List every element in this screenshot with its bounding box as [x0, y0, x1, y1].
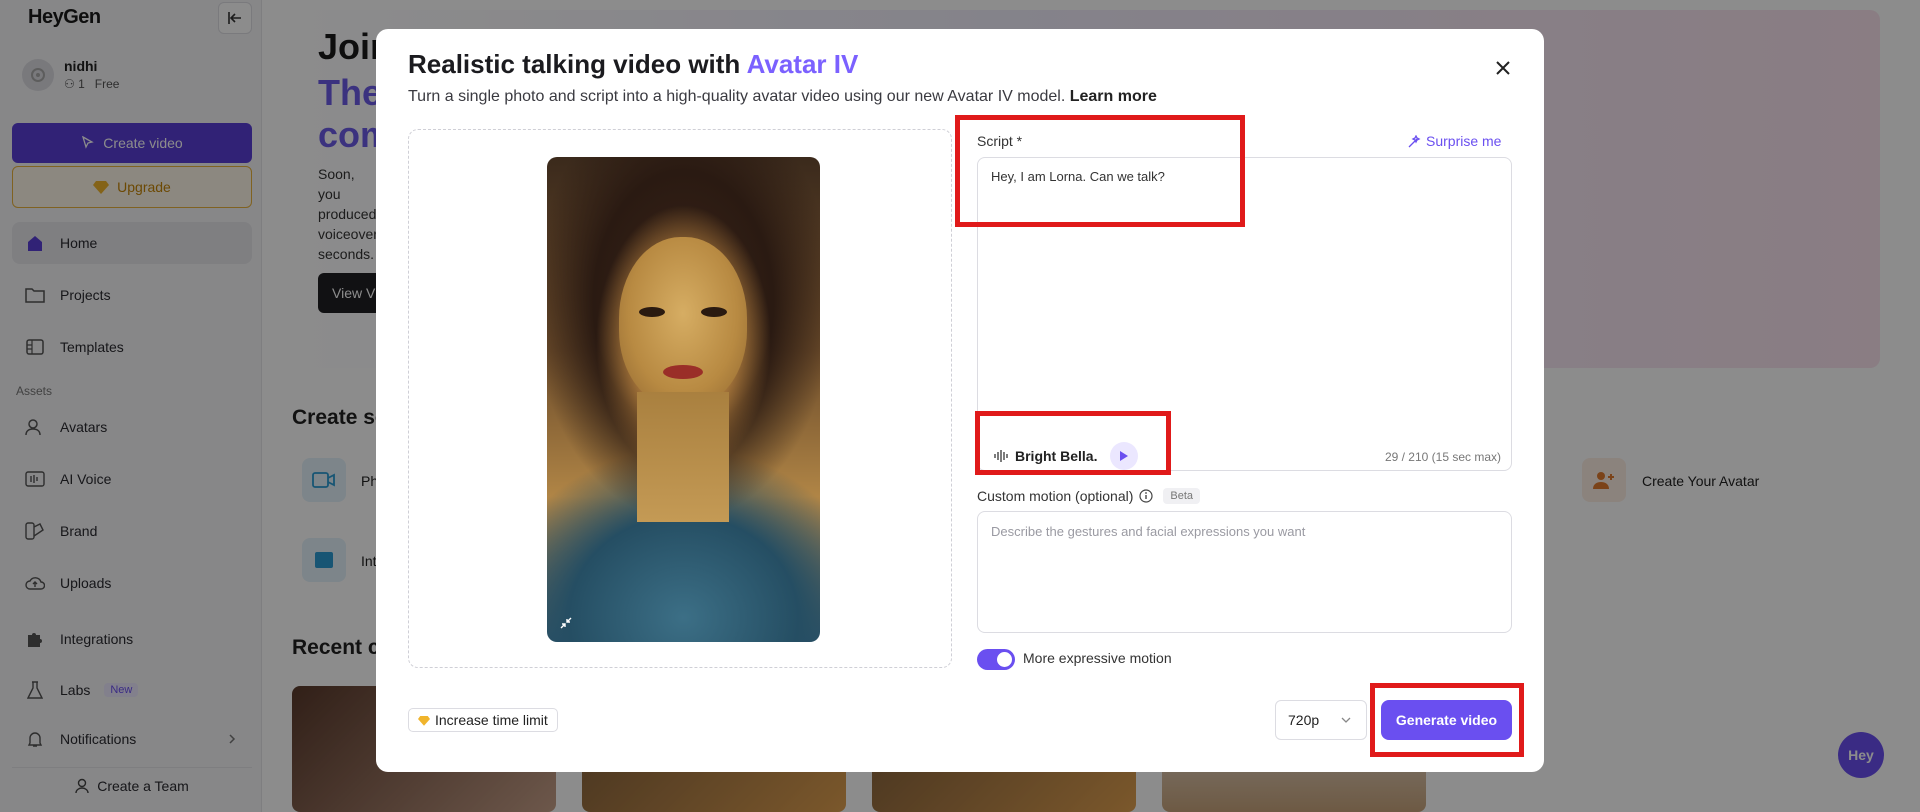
avatar-iv-modal: Realistic talking video with Avatar IV T…: [376, 29, 1544, 772]
magic-wand-icon: [1408, 134, 1421, 147]
avatar-photo: [547, 157, 820, 642]
neck-shape: [637, 392, 729, 522]
custom-motion-label: Custom motion (optional) Beta: [977, 488, 1201, 504]
modal-title: Realistic talking video with Avatar IV: [408, 49, 859, 79]
waveform-icon: [994, 450, 1008, 462]
photo-upload-area[interactable]: [408, 129, 952, 668]
chevron-down-icon: [1341, 717, 1351, 723]
lips-shape: [663, 365, 703, 379]
resolution-select[interactable]: 720p: [1275, 700, 1367, 740]
play-icon: [1120, 451, 1129, 461]
info-icon[interactable]: [1139, 489, 1154, 503]
script-label: Script *: [977, 133, 1023, 149]
voice-selector[interactable]: Bright Bella.: [994, 442, 1139, 470]
surprise-me-button[interactable]: Surprise me: [1408, 133, 1501, 149]
generate-video-button[interactable]: Generate video: [1381, 700, 1512, 740]
modal-subtitle: Turn a single photo and script into a hi…: [408, 88, 1157, 105]
script-value[interactable]: Hey, I am Lorna. Can we talk?: [991, 169, 1165, 184]
face-shape: [619, 237, 747, 407]
script-textarea[interactable]: Hey, I am Lorna. Can we talk? Bright Bel…: [977, 157, 1512, 471]
increase-time-limit-button[interactable]: Increase time limit: [408, 708, 558, 732]
close-button[interactable]: [1488, 53, 1518, 83]
voice-name[interactable]: Bright Bella.: [1015, 448, 1097, 464]
diamond-icon: [418, 715, 430, 726]
learn-more-link[interactable]: Learn more: [1070, 88, 1157, 105]
expressive-motion-label: More expressive motion: [1023, 650, 1172, 666]
eye-shape: [701, 307, 727, 317]
play-voice-button[interactable]: [1110, 442, 1139, 470]
motion-placeholder: Describe the gestures and facial express…: [991, 524, 1306, 539]
beta-badge: Beta: [1163, 488, 1201, 504]
collapse-arrows-icon[interactable]: [555, 612, 577, 634]
eye-shape: [639, 307, 665, 317]
expressive-motion-toggle[interactable]: [977, 649, 1015, 670]
character-counter: 29 / 210 (15 sec max): [1384, 450, 1501, 464]
custom-motion-textarea[interactable]: Describe the gestures and facial express…: [977, 511, 1512, 633]
close-icon: [1496, 61, 1510, 75]
